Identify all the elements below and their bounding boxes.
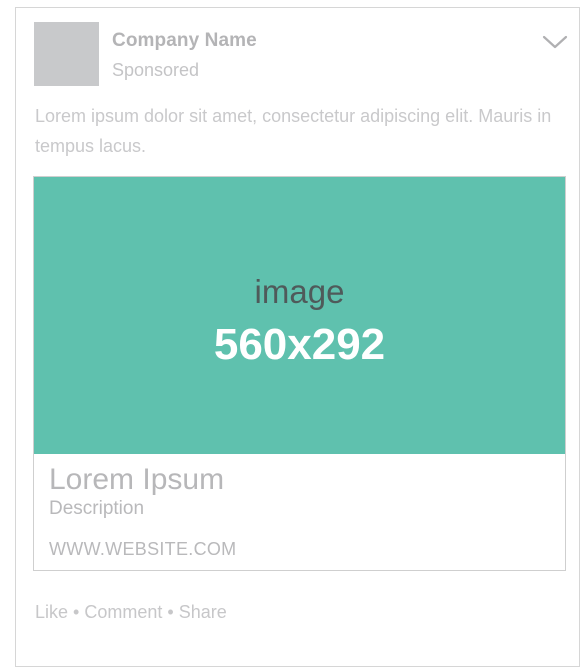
company-name[interactable]: Company Name: [112, 30, 257, 52]
share-link[interactable]: Share: [179, 602, 227, 622]
preview-description: Description: [49, 498, 145, 519]
post-body-text: Lorem ipsum dolor sit amet, consectetur …: [35, 106, 552, 156]
preview-url[interactable]: WWW.WEBSITE.COM: [49, 539, 236, 560]
sponsored-post-card: Company Name Sponsored Lorem ipsum dolor…: [15, 7, 580, 667]
like-link[interactable]: Like: [35, 602, 68, 622]
sponsored-label: Sponsored: [112, 60, 200, 80]
preview-image-placeholder[interactable]: image 560x292: [34, 177, 565, 454]
separator-dot: •: [167, 602, 174, 622]
separator-dot: •: [73, 602, 80, 622]
post-actions-bar: Like • Comment • Share: [35, 602, 227, 623]
link-preview[interactable]: image 560x292 Lorem Ipsum Description WW…: [33, 176, 566, 571]
image-placeholder-size: 560x292: [213, 320, 386, 369]
chevron-down-icon[interactable]: [542, 34, 568, 50]
company-avatar[interactable]: [34, 22, 99, 86]
comment-link[interactable]: Comment: [84, 602, 162, 622]
preview-title[interactable]: Lorem Ipsum: [49, 463, 224, 497]
image-placeholder-label: image: [254, 273, 345, 310]
